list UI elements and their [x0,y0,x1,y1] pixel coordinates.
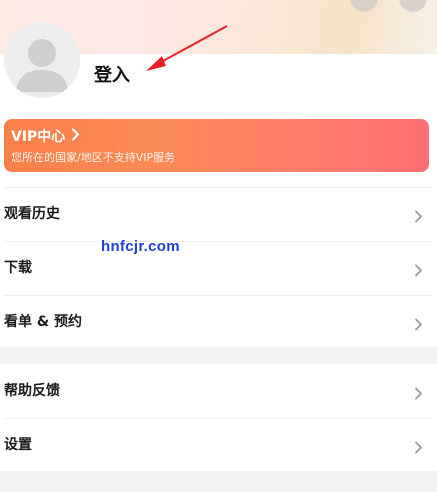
menu-item-watchlist-reservations[interactable]: 看单 & 预约 [0,296,437,349]
vip-title: VIP中心 [11,127,80,147]
menu-item-watch-history[interactable]: 观看历史 [0,188,437,241]
chevron-right-icon [414,208,423,227]
default-avatar-icon [4,22,80,98]
top-settings-icon[interactable] [399,0,427,12]
menu-item-downloads[interactable]: 下载 [0,242,437,295]
menu-item-label: 帮助反馈 [4,383,60,399]
chevron-right-icon [414,262,423,281]
chevron-right-icon [414,316,423,335]
menu-item-label: 设置 [4,437,32,453]
chevron-right-icon [71,127,80,147]
vip-subtitle: 您所在的国家/地区不支持VIP服务 [11,151,176,164]
vip-center-banner[interactable]: VIP中心 您所在的国家/地区不支持VIP服务 [4,119,429,172]
menu-item-settings[interactable]: 设置 [0,419,437,472]
vip-title-text: VIP中心 [11,129,66,145]
annotation-arrow-icon [146,25,228,71]
avatar[interactable] [4,22,80,98]
menu-item-label: 观看历史 [4,206,60,222]
menu-item-label: 下载 [4,260,32,276]
menu-item-help-feedback[interactable]: 帮助反馈 [0,365,437,418]
chevron-right-icon [414,385,423,404]
watermark-text: hnfcjr.com [101,238,180,255]
menu-item-label: 看单 & 预约 [4,314,82,330]
chevron-right-icon [414,439,423,458]
account-page: 登入 VIP中心 您所在的国家/地区不支持VIP服务 观看历史 下载 看单 & … [0,0,437,492]
login-link[interactable]: 登入 [94,62,130,90]
top-action-icon[interactable] [350,0,378,12]
